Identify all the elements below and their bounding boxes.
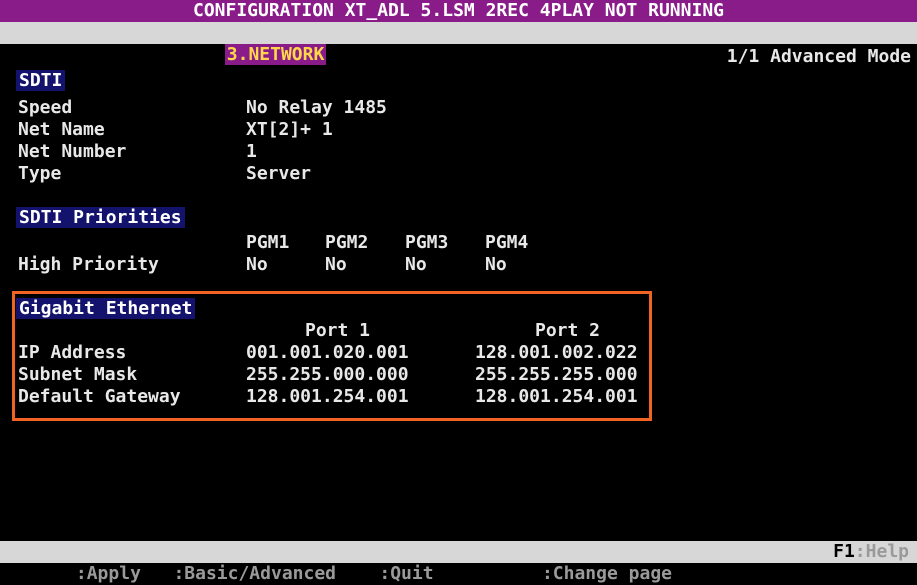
port2-column-header: Port 2 (535, 320, 601, 341)
tab-gpi[interactable]: 6.GPI (573, 44, 631, 65)
gigabit-ethernet-header: Gigabit Ethernet (16, 298, 196, 319)
pgm1-priority-value[interactable]: No (246, 254, 268, 276)
ip-address-port2[interactable]: 128.001.002.022 (475, 342, 638, 364)
tab-monitoring[interactable]: 4.MONITORING (326, 44, 460, 65)
net-number-label: Net Number (18, 141, 127, 162)
tab-channels[interactable]: 2.CHANNELS (112, 44, 224, 65)
speed-label: Speed (18, 97, 73, 118)
high-priority-label: High Priority (18, 254, 159, 275)
pgm4-priority-value[interactable]: No (485, 254, 507, 276)
subnet-mask-port2[interactable]: 255.255.255.000 (475, 364, 638, 386)
menu-bar: 1.SERVER 2.CHANNELS 3.NETWORK 4.MONITORING 5… (0, 22, 917, 65)
tab-network[interactable]: 3.NETWORK (224, 44, 327, 65)
window-title: CONFIGURATION XT_ADL 5.LSM 2REC 4PLAY NO… (0, 0, 917, 22)
net-name-label: Net Name (18, 119, 105, 140)
sdti-header: SDTI (16, 70, 66, 91)
port1-column-header: Port 1 (305, 320, 371, 341)
speed-value[interactable]: No Relay 1485 (246, 97, 387, 119)
type-label: Type (18, 163, 62, 184)
tab-server[interactable]: 1.SERVER (22, 44, 113, 65)
pgm1-column-header: PGM1 (246, 232, 290, 253)
ip-address-port1[interactable]: 001.001.020.001 (246, 342, 409, 364)
page-indicator: 1/1 Advanced Mode (726, 46, 911, 67)
net-number-value[interactable]: 1 (246, 141, 257, 163)
type-value[interactable]: Server (246, 163, 311, 185)
change-page-shortcut[interactable]: PgUp/PgDn:Change page (444, 563, 672, 584)
pgm3-priority-value[interactable]: No (405, 254, 427, 276)
pgm3-column-header: PGM3 (405, 232, 449, 253)
apply-shortcut[interactable]: ALT+A:Apply (22, 563, 141, 584)
pgm2-priority-value[interactable]: No (325, 254, 347, 276)
toggle-mode-shortcut[interactable]: F3:Basic/Advanced (152, 563, 336, 584)
default-gateway-port1[interactable]: 128.001.254.001 (246, 386, 409, 408)
tab-protocol[interactable]: 5.PROTOCOL (460, 44, 572, 65)
help-shortcut[interactable]: F1:Help (833, 541, 909, 563)
sdti-priorities-header: SDTI Priorities (16, 207, 185, 228)
pgm4-column-header: PGM4 (485, 232, 529, 253)
pgm2-column-header: PGM2 (325, 232, 369, 253)
default-gateway-label: Default Gateway (18, 386, 181, 407)
subnet-mask-label: Subnet Mask (18, 364, 138, 385)
subnet-mask-port1[interactable]: 255.255.000.000 (246, 364, 409, 386)
status-bar: ALT+A:Apply F3:Basic/Advanced Esc:Quit P… (0, 541, 917, 584)
quit-shortcut[interactable]: Esc:Quit (347, 563, 434, 584)
net-name-value[interactable]: XT[2]+ 1 (246, 119, 333, 141)
ip-address-label: IP Address (18, 342, 127, 363)
default-gateway-port2[interactable]: 128.001.254.001 (475, 386, 638, 408)
